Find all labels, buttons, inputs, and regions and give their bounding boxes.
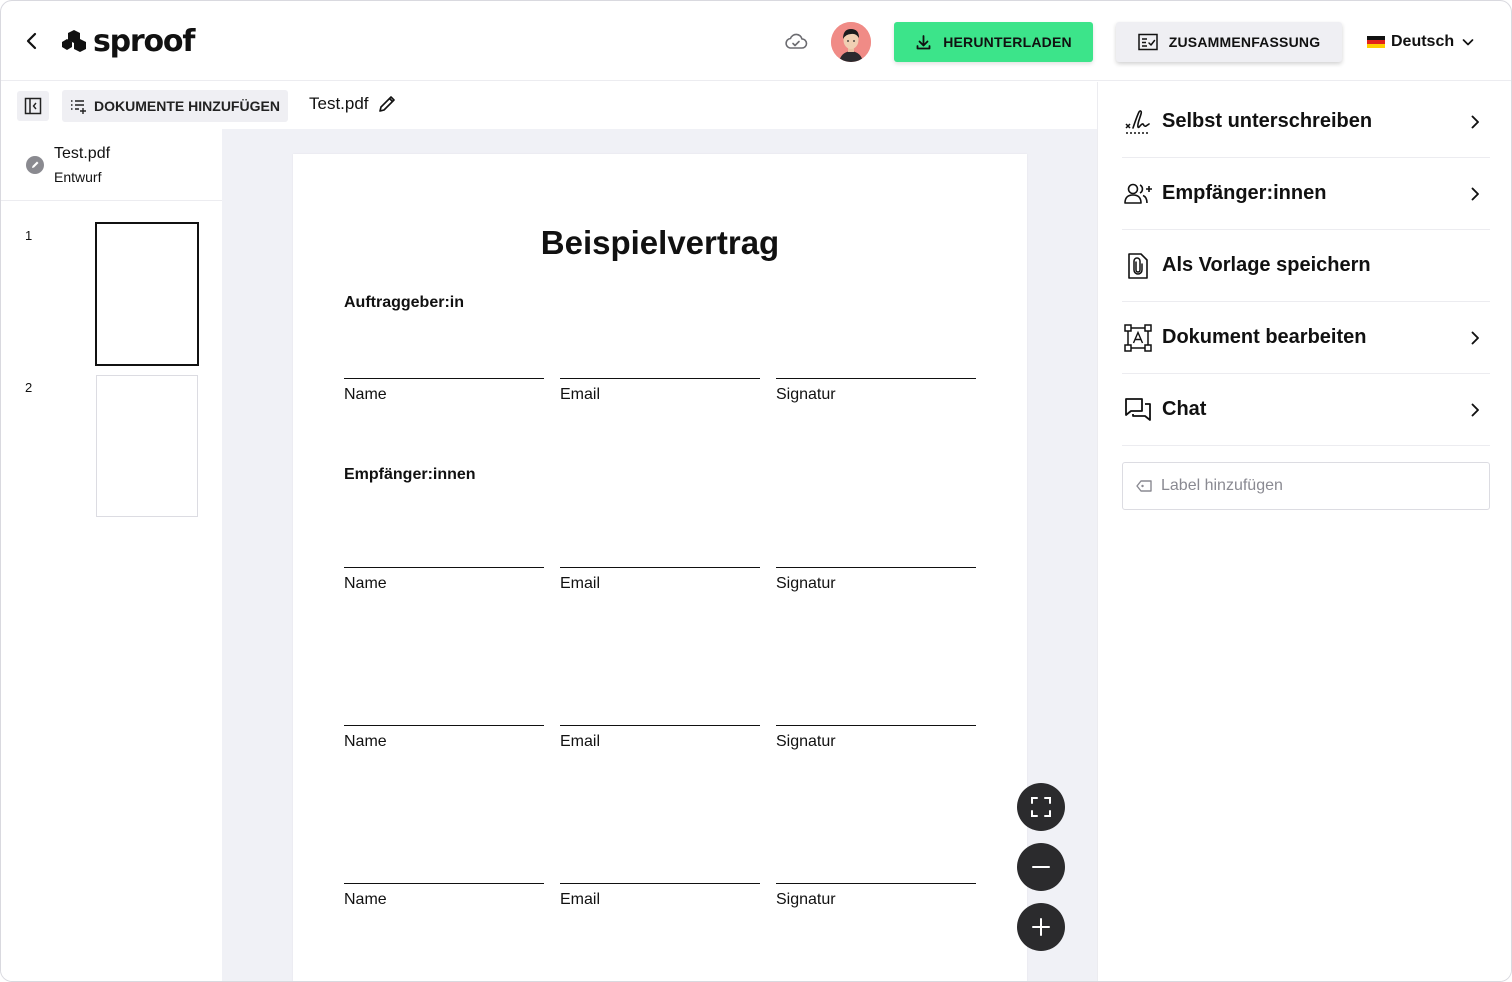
action-label: Dokument bearbeiten (1162, 326, 1367, 348)
tag-icon (1136, 480, 1152, 492)
field-label-name: Name (344, 733, 387, 750)
signature-line (344, 378, 544, 379)
user-avatar[interactable] (831, 22, 871, 62)
field-label-signature: Signatur (776, 386, 836, 403)
action-save-template[interactable]: Als Vorlage speichern (1122, 230, 1490, 302)
summary-label: ZUSAMMENFASSUNG (1168, 34, 1321, 50)
document-name-text: Test.pdf (309, 94, 369, 113)
zoom-in-button[interactable] (1017, 903, 1065, 951)
chevron-right-icon (1471, 331, 1479, 344)
top-bar: sproof HERUNTERLADEN ZUSAMMENFASSUNG Deu… (1, 1, 1511, 81)
add-label-input[interactable] (1161, 477, 1461, 495)
chevron-right-icon (1471, 187, 1479, 200)
field-label-signature: Signatur (776, 733, 836, 750)
action-edit-document[interactable]: Dokument bearbeiten (1122, 302, 1490, 374)
action-label: Selbst unterschreiben (1162, 110, 1373, 132)
signature-line (776, 378, 976, 379)
back-arrow-icon[interactable] (19, 28, 45, 54)
add-label-field[interactable] (1122, 462, 1490, 510)
add-documents-button[interactable]: DOKUMENTE HINZUFÜGEN (62, 90, 288, 122)
action-label: Chat (1162, 398, 1207, 420)
summary-button[interactable]: ZUSAMMENFASSUNG (1116, 22, 1342, 62)
action-chat[interactable]: Chat (1122, 374, 1490, 446)
chevron-right-icon (1471, 403, 1479, 416)
field-label-email: Email (560, 575, 601, 592)
field-label-name: Name (344, 575, 387, 592)
signature-line (344, 883, 544, 884)
file-status: Entwurf (54, 169, 102, 185)
action-recipients[interactable]: Empfänger:innen (1122, 158, 1490, 230)
sproof-logo[interactable]: sproof (61, 21, 195, 61)
document-page[interactable]: Beispielvertrag Auftraggeber:in Name Ema… (293, 154, 1027, 981)
document-canvas: Beispielvertrag Auftraggeber:in Name Ema… (222, 129, 1097, 981)
download-label: HERUNTERLADEN (943, 34, 1072, 50)
sidebar-collapse-icon (24, 97, 42, 115)
fullscreen-button[interactable] (1017, 783, 1065, 831)
document-toolbar: DOKUMENTE HINZUFÜGEN Test.pdf (1, 82, 1097, 129)
signature-line (560, 883, 760, 884)
field-label-email: Email (560, 891, 601, 908)
signature-line (560, 378, 760, 379)
action-self-sign[interactable]: Selbst unterschreiben (1122, 86, 1490, 158)
logo-text: sproof (93, 23, 195, 59)
app-window: sproof HERUNTERLADEN ZUSAMMENFASSUNG Deu… (0, 0, 1512, 982)
document-title: Beispielvertrag (540, 224, 780, 261)
german-flag-icon (1367, 35, 1385, 49)
chevron-down-icon (1462, 39, 1474, 46)
zoom-out-button[interactable] (1017, 843, 1065, 891)
cloud-sync-icon (785, 33, 808, 49)
rename-pencil-icon[interactable] (377, 94, 397, 114)
toggle-sidebar-button[interactable] (17, 91, 49, 121)
signature-line (776, 883, 976, 884)
fullscreen-icon (1031, 797, 1051, 817)
add-list-icon (71, 99, 87, 114)
add-recipients-icon (1122, 178, 1154, 210)
field-label-name: Name (344, 386, 387, 403)
field-label-email: Email (560, 733, 601, 750)
field-label-email: Email (560, 386, 601, 403)
download-icon (916, 34, 931, 49)
section-recipients-heading: Empfänger:innen (344, 466, 476, 483)
action-label: Empfänger:innen (1162, 182, 1327, 204)
file-list-item[interactable]: Test.pdf Entwurf (1, 129, 222, 201)
add-documents-label: DOKUMENTE HINZUFÜGEN (94, 98, 280, 114)
file-name: Test.pdf (54, 145, 111, 162)
section-client-heading: Auftraggeber:in (344, 294, 464, 311)
signature-line (776, 567, 976, 568)
signature-line (776, 725, 976, 726)
pages-sidebar: Test.pdf Entwurf 1 2 (1, 129, 222, 981)
signature-line (344, 725, 544, 726)
page-thumbnail[interactable] (96, 375, 198, 517)
language-selector[interactable]: Deutsch (1367, 29, 1476, 55)
action-label: Als Vorlage speichern (1162, 254, 1371, 276)
summary-checklist-icon (1137, 33, 1158, 51)
plus-icon (1032, 918, 1050, 936)
actions-panel: Selbst unterschreiben Empfänger:innen Al… (1097, 82, 1511, 981)
signature-line (344, 567, 544, 568)
language-label: Deutsch (1391, 33, 1455, 50)
download-button[interactable]: HERUNTERLADEN (894, 22, 1093, 62)
field-label-signature: Signatur (776, 575, 836, 592)
document-name: Test.pdf (309, 94, 397, 114)
avatar-portrait-icon (831, 22, 871, 62)
logo-mark-icon (62, 30, 86, 52)
chat-icon (1122, 394, 1154, 426)
signature-line (560, 567, 760, 568)
signature-line (560, 725, 760, 726)
page-number: 1 (25, 228, 33, 243)
field-label-name: Name (344, 891, 387, 908)
self-sign-icon (1122, 106, 1154, 138)
edit-document-icon (1122, 322, 1154, 354)
field-label-signature: Signatur (776, 891, 836, 908)
page-thumbnail-selected[interactable] (95, 222, 199, 366)
chevron-right-icon (1471, 115, 1479, 128)
draft-status-icon (26, 156, 44, 174)
minus-icon (1032, 866, 1050, 868)
save-template-icon (1122, 250, 1154, 282)
page-number: 2 (25, 380, 33, 395)
